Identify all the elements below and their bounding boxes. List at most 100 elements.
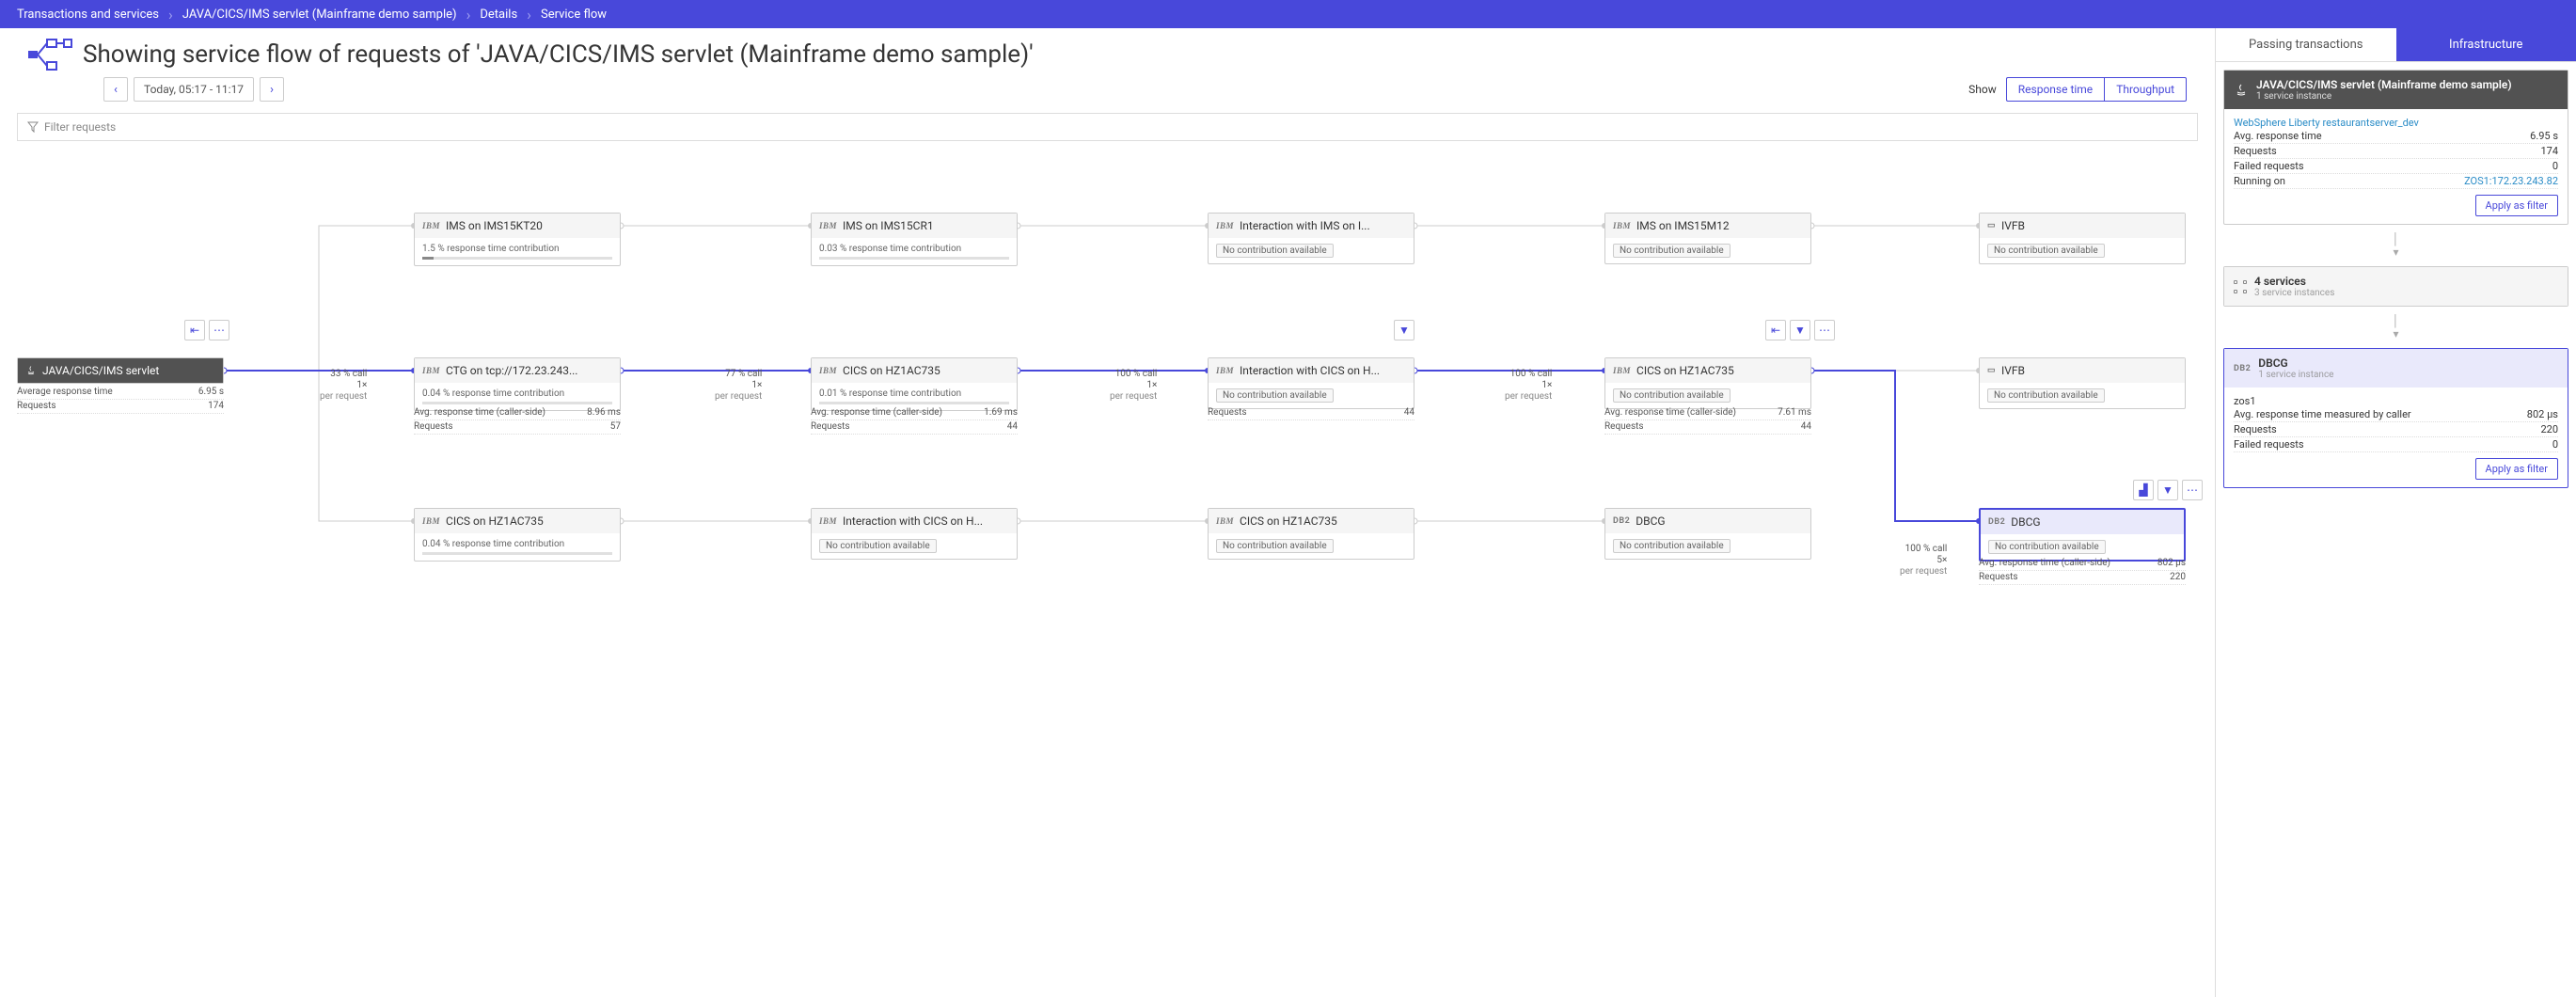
side-service-title: JAVA/CICS/IMS servlet (Mainframe demo sa… [2256,78,2512,91]
side-services-group[interactable]: 4 services 3 service instances [2223,266,2568,307]
filter-input[interactable]: Filter requests [17,113,2198,141]
edge-label: 77 % call1×per request [715,369,762,403]
service-node-a5[interactable]: ▭ IVFB No contribution available [1979,213,2186,264]
node-title: DBCG [1636,514,1665,528]
collapse-icon[interactable]: ⇤ [1765,320,1786,340]
node-title: CICS on HZ1AC735 [1636,364,1734,377]
contribution-text: 0.04 % response time contribution [422,539,612,549]
service-node-c1[interactable]: IBMCICS on HZ1AC735 0.04 % response time… [414,508,621,562]
service-node-a3[interactable]: IBMInteraction with IMS on I... No contr… [1208,213,1414,264]
service-node-b5[interactable]: ▭IVFB No contribution available [1979,357,2186,409]
db-title: DBCG [2258,356,2333,370]
kv-label: Failed requests [2234,160,2304,172]
chevron-right-icon: › [168,6,173,24]
service-node-b1[interactable]: IBMCTG on tcp://172.23.243... 0.04 % res… [414,357,621,411]
node-stats-b4: Avg. response time (caller-side)7.61 msR… [1604,406,1811,435]
node-title: Interaction with CICS on H... [1240,364,1380,377]
collapse-icon[interactable]: ⇤ [184,320,205,340]
side-panel: Passing transactions Infrastructure JAVA… [2215,28,2576,997]
java-icon [25,365,37,376]
kv-label: Requests [2234,423,2277,435]
root-service-node[interactable]: JAVA/CICS/IMS servlet [17,357,224,384]
time-prev-button[interactable]: ‹ [103,77,128,102]
no-contribution-pill: No contribution available [1613,244,1731,258]
queue-icon: ▭ [1987,221,1996,230]
ibm-icon: IBM [1216,366,1234,375]
ibm-icon: IBM [422,366,440,375]
node-title: CICS on HZ1AC735 [1240,514,1337,528]
kv-value: 220 [2540,423,2558,435]
more-icon[interactable]: ⋯ [209,320,229,340]
service-node-a1[interactable]: IBMIMS on IMS15KT20 1.5 % response time … [414,213,621,266]
db-host: zos1 [2234,395,2558,407]
contribution-text: 0.04 % response time contribution [422,388,612,399]
side-service-block: JAVA/CICS/IMS servlet (Mainframe demo sa… [2223,70,2568,225]
node-title: Interaction with IMS on I... [1240,219,1370,232]
chevron-right-icon: › [466,6,471,24]
service-node-b2[interactable]: IBMCICS on HZ1AC735 0.01 % response time… [811,357,1018,411]
apply-as-filter-button[interactable]: Apply as filter [2475,458,2558,480]
filter-icon[interactable]: ▼ [1790,320,1810,340]
root-stats: Average response time6.95 s Requests174 [17,386,224,414]
kv-label: Running on [2234,175,2285,187]
service-node-c3[interactable]: IBMCICS on HZ1AC735 No contribution avai… [1208,508,1414,560]
ibm-icon: IBM [422,221,440,230]
breadcrumb-item[interactable]: Details [480,8,517,22]
dbcg-toolbar: ▟▼⋯ [2133,480,2203,500]
tab-infrastructure[interactable]: Infrastructure [2396,28,2576,61]
breadcrumb-item[interactable]: Transactions and services [17,8,159,22]
chart-icon[interactable]: ▟ [2133,480,2154,500]
filter-icon [27,121,39,133]
services-group-icon [2234,280,2247,293]
no-contribution-pill: No contribution available [1216,244,1334,258]
ibm-icon: IBM [1216,516,1234,526]
websphere-link[interactable]: WebSphere Liberty restaurantserver_dev [2234,117,2558,129]
queue-icon: ▭ [1987,366,1996,375]
service-node-a4[interactable]: IBMIMS on IMS15M12 No contribution avail… [1604,213,1811,264]
kv-label: Avg. response time measured by caller [2234,408,2411,420]
side-db-block: DB2 DBCG 1 service instance zos1 Avg. re… [2223,348,2568,488]
show-response-time-button[interactable]: Response time [2006,77,2104,102]
node-toolbar: ⇤▼⋯ [1765,320,1835,340]
kv-label: Avg. response time [2234,130,2322,142]
filter-icon[interactable]: ▼ [2157,480,2178,500]
service-node-c2[interactable]: IBMInteraction with CICS on H... No cont… [811,508,1018,560]
service-flow-icon [26,38,73,71]
service-node-b3[interactable]: IBMInteraction with CICS on H... No cont… [1208,357,1414,409]
node-filter-toolbar: ▼ [1394,320,1414,340]
kv-value: 0 [2552,160,2558,172]
side-service-sub: 1 service instance [2256,91,2512,102]
running-on-link[interactable]: ZOS1:172.23.243.82 [2464,175,2558,187]
no-contribution-pill: No contribution available [1987,388,2105,403]
service-node-c5[interactable]: DB2DBCG No contribution available [1979,508,2186,562]
breadcrumb-item[interactable]: Service flow [541,8,607,22]
breadcrumb-item[interactable]: JAVA/CICS/IMS servlet (Mainframe demo sa… [182,8,457,22]
node-title: IMS on IMS15CR1 [843,219,934,232]
time-next-button[interactable]: › [260,77,284,102]
ibm-icon: IBM [422,516,440,526]
db2-icon: DB2 [1988,517,2005,527]
page-title: Showing service flow of requests of 'JAV… [83,40,1034,69]
node-title: JAVA/CICS/IMS servlet [42,364,159,377]
service-node-b4[interactable]: IBMCICS on HZ1AC735 No contribution avai… [1604,357,1811,409]
service-node-c4[interactable]: DB2DBCG No contribution available [1604,508,1811,560]
show-throughput-button[interactable]: Throughput [2104,77,2187,102]
more-icon[interactable]: ⋯ [2182,480,2203,500]
time-range-picker[interactable]: Today, 05:17 - 11:17 [134,77,254,102]
more-icon[interactable]: ⋯ [1814,320,1835,340]
no-contribution-pill: No contribution available [1987,244,2105,258]
ibm-icon: IBM [1613,366,1631,375]
apply-as-filter-button[interactable]: Apply as filter [2475,195,2558,216]
service-flow-canvas[interactable]: JAVA/CICS/IMS servlet Average response t… [0,150,2201,997]
node-stats-b3: Requests44 [1208,406,1414,420]
node-stats-c5: Avg. response time (caller-side)802 µsRe… [1979,557,2186,585]
connector-icon: │▾ [2216,232,2576,259]
db2-icon: DB2 [2234,364,2251,373]
no-contribution-pill: No contribution available [819,539,937,553]
service-node-a2[interactable]: IBMIMS on IMS15CR1 0.03 % response time … [811,213,1018,266]
group-sub: 3 service instances [2254,288,2334,298]
breadcrumb: Transactions and services › JAVA/CICS/IM… [0,0,2576,28]
filter-icon[interactable]: ▼ [1394,320,1414,340]
node-title: IVFB [2001,219,2025,232]
tab-passing-transactions[interactable]: Passing transactions [2216,28,2396,61]
